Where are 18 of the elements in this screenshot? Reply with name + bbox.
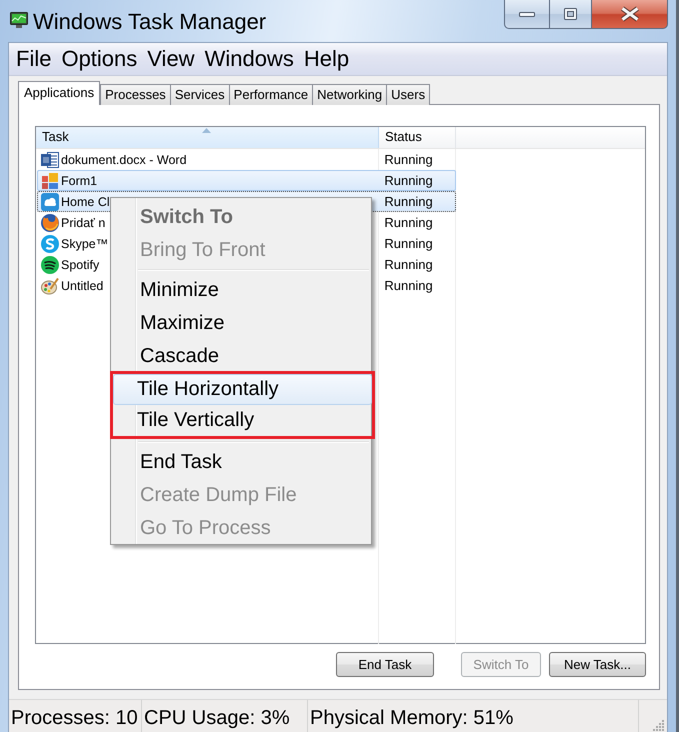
task-name: Form1 [61,174,98,188]
task-name: Spotify [61,258,100,272]
task-name: Skype™ [61,236,108,250]
status-text: Running [384,278,433,293]
task-name: Home Cl [61,194,110,208]
window-title: Windows Task Manager [33,8,266,36]
task-name: Untitled [61,278,104,292]
status-text: Running [384,257,433,272]
status-text: Running [384,152,433,167]
status-text: Running [384,215,433,230]
status-text: CPU Usage: 3% [142,700,308,732]
task-name: Pridať n [61,216,106,230]
status-text: Physical Memory: 51% [308,700,639,732]
task-name: dokument.docx - Word [61,152,187,166]
status-text: Running [384,236,433,251]
status-text: Processes: 10 [9,700,142,732]
status-text: Running [384,194,433,209]
status-text: Running [384,173,433,188]
